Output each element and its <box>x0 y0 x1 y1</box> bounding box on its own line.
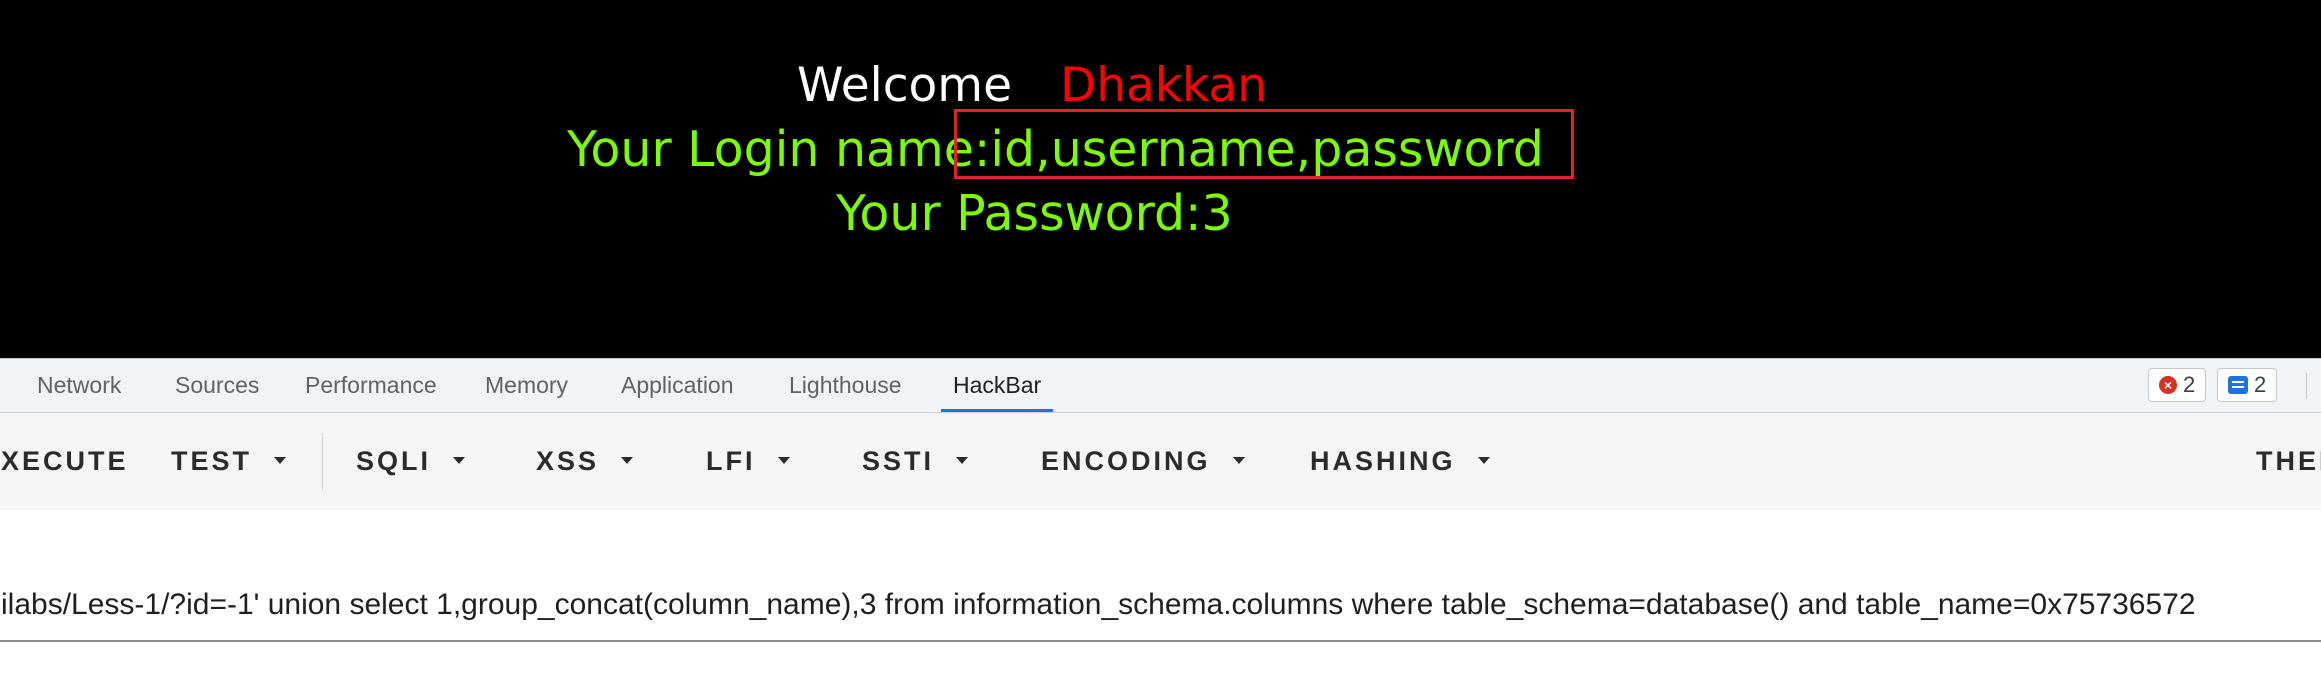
chevron-down-icon <box>777 457 790 465</box>
chevron-down-icon <box>621 457 634 465</box>
theme-button[interactable]: THEME <box>2256 413 2321 510</box>
tab-application[interactable]: Application <box>621 359 734 412</box>
message-count: 2 <box>2254 372 2267 397</box>
test-label: TEST <box>171 446 253 476</box>
tab-hackbar[interactable]: HackBar <box>940 359 1054 412</box>
welcome-label: Welcome <box>797 58 1012 113</box>
url-input[interactable] <box>0 570 2321 642</box>
xss-menu-button[interactable]: XSS <box>536 413 634 510</box>
lfi-label: LFI <box>706 446 756 476</box>
sqli-label: SQLI <box>356 446 432 476</box>
error-count: 2 <box>2183 372 2196 397</box>
sqli-menu-button[interactable]: SQLI <box>356 413 466 510</box>
hashing-menu-button[interactable]: HASHING <box>1310 413 1490 510</box>
hackbar-toolbar: EXECUTE TEST SQLI XSS LFI SSTI ENCODING … <box>0 413 2321 510</box>
test-menu-button[interactable]: TEST <box>171 413 287 510</box>
execute-label: EXECUTE <box>0 446 129 476</box>
hackbar-url-area <box>0 510 2321 694</box>
error-circle-icon: × <box>2159 376 2177 394</box>
execute-button[interactable]: EXECUTE <box>0 413 129 510</box>
welcome-username: Dhakkan <box>1060 58 1267 113</box>
encoding-menu-button[interactable]: ENCODING <box>1041 413 1245 510</box>
tab-memory[interactable]: Memory <box>485 359 568 412</box>
ssti-label: SSTI <box>862 446 935 476</box>
message-icon <box>2228 376 2248 394</box>
chevron-down-icon <box>453 457 466 465</box>
tab-lighthouse[interactable]: Lighthouse <box>789 359 902 412</box>
chevron-down-icon <box>956 457 969 465</box>
ssti-menu-button[interactable]: SSTI <box>862 413 969 510</box>
chevron-down-icon <box>1232 457 1245 465</box>
encoding-label: ENCODING <box>1041 446 1211 476</box>
toolbar-divider <box>322 433 323 490</box>
theme-label: THEME <box>2256 446 2321 476</box>
lfi-menu-button[interactable]: LFI <box>706 413 790 510</box>
error-count-badge[interactable]: × 2 <box>2148 368 2207 402</box>
message-count-badge[interactable]: 2 <box>2217 368 2278 402</box>
chevron-down-icon <box>1477 457 1490 465</box>
tabbar-separator <box>2306 373 2307 399</box>
devtools-tab-bar: Network Sources Performance Memory Appli… <box>0 358 2321 413</box>
rendered-page: Welcome Dhakkan Your Login name:id,usern… <box>0 0 2321 358</box>
tab-network[interactable]: Network <box>37 359 121 412</box>
tab-sources[interactable]: Sources <box>175 359 259 412</box>
hashing-label: HASHING <box>1310 446 1456 476</box>
chevron-down-icon <box>274 457 287 465</box>
xss-label: XSS <box>536 446 600 476</box>
password-result: Your Password:3 <box>836 185 1233 242</box>
tab-performance[interactable]: Performance <box>305 359 437 412</box>
highlight-annotation-box <box>954 109 1574 179</box>
